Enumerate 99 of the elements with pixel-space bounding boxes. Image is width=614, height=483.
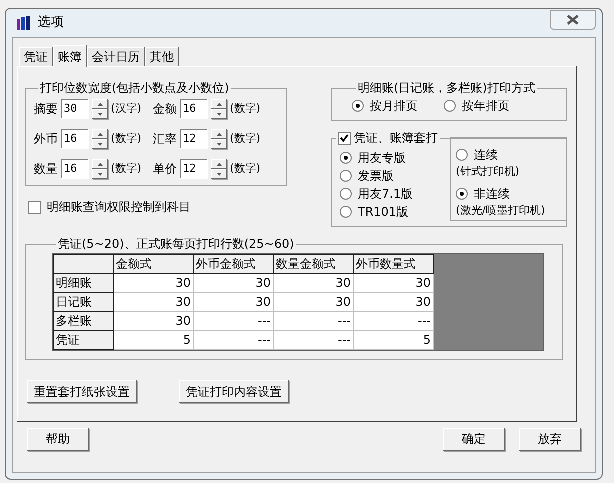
radio-label: 用友7.1版: [358, 186, 414, 202]
radio-label: 发票版: [358, 168, 394, 184]
radio-button[interactable]: [444, 100, 456, 112]
unit-label: (数字): [230, 130, 262, 147]
tab[interactable]: 账簿: [53, 45, 87, 67]
checkbox[interactable]: [338, 132, 351, 144]
spin-button[interactable]: [211, 99, 227, 119]
table-cell: ---: [194, 330, 274, 350]
number-field[interactable]: 16: [61, 159, 89, 179]
settings-button[interactable]: 凭证打印内容设置: [179, 380, 289, 403]
number-field[interactable]: 12: [180, 159, 208, 179]
field-label: 单价: [153, 161, 177, 178]
radio-label: 按月排页: [370, 98, 418, 115]
radio-label: 非连续: [474, 186, 510, 202]
down-arrow-icon: [216, 112, 222, 116]
spin-button[interactable]: [211, 159, 227, 179]
table-cell: 30: [354, 292, 434, 312]
radio-label: 按年排页: [462, 98, 510, 115]
field-label: 外币: [34, 131, 58, 148]
tab[interactable]: 其他: [145, 47, 179, 66]
dialog-button[interactable]: 放弃: [519, 428, 581, 450]
table-cell: 30: [114, 312, 194, 330]
spin-button[interactable]: [92, 159, 108, 179]
number-field[interactable]: 16: [180, 99, 208, 119]
radio-button[interactable]: [340, 152, 352, 164]
radio-note: (针式打印机): [456, 164, 521, 180]
spin-button[interactable]: [92, 99, 108, 119]
table-cell: 30: [354, 274, 434, 292]
down-arrow-icon: [98, 172, 102, 176]
group-title: 打印位数宽度(包括小数点及小数位): [40, 80, 230, 97]
radio-button[interactable]: [340, 170, 352, 182]
column-header: 外币数量式: [354, 254, 434, 274]
down-arrow-icon: [98, 142, 102, 146]
column-header: 金额式: [114, 254, 194, 274]
number-field[interactable]: 16: [61, 129, 89, 149]
table-cell: ---: [274, 330, 354, 350]
group-title: 明细账(日记账，多栏账)打印方式: [358, 80, 536, 97]
radio-label: TR101版: [358, 204, 409, 220]
checkbox[interactable]: [28, 200, 41, 214]
radio-button[interactable]: [352, 100, 364, 112]
field-label: 数量: [34, 161, 58, 178]
checkbox-label: 明细账查询权限控制到科目: [47, 199, 191, 216]
field-label: 摘要: [34, 101, 58, 118]
table-cell: 30: [114, 274, 194, 292]
radio-note: (激光/喷墨打印机): [456, 202, 546, 218]
up-arrow-icon: [216, 102, 222, 106]
table-cell: ---: [354, 312, 434, 330]
up-arrow-icon: [216, 162, 222, 166]
settings-button[interactable]: 重置套打纸张设置: [27, 380, 137, 403]
close-icon: [567, 15, 579, 25]
row-header: 日记账: [54, 292, 114, 312]
table-cell: ---: [194, 312, 274, 330]
dialog-button[interactable]: 确定: [443, 428, 505, 450]
unit-label: (数字): [230, 100, 262, 117]
table-cell: 30: [114, 292, 194, 312]
row-header: 凭证: [54, 330, 114, 350]
close-button[interactable]: [550, 10, 596, 30]
radio-button[interactable]: [340, 206, 352, 218]
row-header: 明细账: [54, 274, 114, 292]
table-cell: 5: [354, 330, 434, 350]
unit-label: (数字): [230, 160, 262, 177]
column-header: 数量金额式: [274, 254, 354, 274]
up-arrow-icon: [98, 162, 102, 166]
up-arrow-icon: [98, 132, 102, 136]
down-arrow-icon: [98, 112, 102, 116]
spin-button[interactable]: [211, 129, 227, 149]
radio-button[interactable]: [456, 188, 468, 200]
table-cell: 30: [274, 292, 354, 312]
table-cell: 30: [194, 292, 274, 312]
up-arrow-icon: [216, 132, 222, 136]
field-label: 汇率: [153, 131, 177, 148]
table-cell: 30: [194, 274, 274, 292]
table-cell: 5: [114, 330, 194, 350]
dialog-button[interactable]: 帮助: [27, 428, 89, 450]
down-arrow-icon: [216, 142, 222, 146]
radio-label: 用友专版: [358, 150, 406, 166]
field-label: 金额: [153, 101, 177, 118]
unit-label: (数字): [111, 130, 143, 147]
books-icon: [16, 15, 32, 31]
check-icon: [340, 134, 349, 142]
group-title: 凭证(5~20)、正式账每页打印行数(25~60): [58, 236, 294, 253]
unit-label: (数字): [111, 160, 143, 177]
table-cell: ---: [274, 312, 354, 330]
window-title: 选项: [38, 14, 64, 32]
up-arrow-icon: [98, 102, 102, 106]
column-header: 外币金额式: [194, 254, 274, 274]
down-arrow-icon: [216, 172, 222, 176]
unit-label: (汉字): [111, 100, 143, 117]
table-cell: 30: [274, 274, 354, 292]
radio-button[interactable]: [456, 149, 468, 161]
number-field[interactable]: 12: [180, 129, 208, 149]
radio-label: 连续: [474, 147, 498, 164]
radio-button[interactable]: [340, 188, 352, 200]
number-field[interactable]: 30: [61, 99, 89, 119]
checkbox-label: 凭证、账簿套打: [354, 130, 438, 147]
tab[interactable]: 会计日历: [87, 47, 145, 66]
spin-button[interactable]: [92, 129, 108, 149]
row-header: 多栏账: [54, 312, 114, 330]
tab[interactable]: 凭证: [19, 47, 53, 66]
